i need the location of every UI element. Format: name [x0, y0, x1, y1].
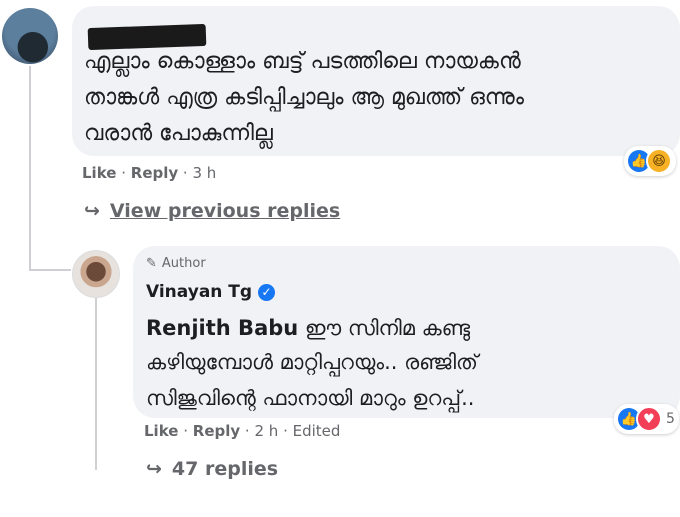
like-button[interactable]: Like [144, 422, 178, 440]
comment-text-line: വരാൻ പോകുന്നില്ല [84, 121, 273, 146]
thread-line [29, 269, 71, 271]
love-reaction-icon: ♥ [636, 406, 662, 432]
comment-actions: Like · Reply · 3 h [82, 164, 217, 182]
edited-label[interactable]: Edited [293, 422, 341, 440]
avatar[interactable] [2, 8, 58, 64]
view-replies-link[interactable]: ↪ 47 replies [146, 458, 278, 480]
comment-text-line: സിജുവിന്റെ ഫാനായി മാറും ഉറപ്പ്.. [146, 386, 475, 410]
reaction-summary[interactable]: 👍 😆 [624, 146, 676, 176]
reply-arrow-icon: ↪ [84, 200, 100, 222]
comment-text: ഈ സിനിമ കണ്ടു [298, 316, 471, 340]
reaction-count: 5 [666, 411, 675, 427]
comment-actions: Like · Reply · 2 h · Edited [144, 422, 341, 440]
timestamp[interactable]: 2 h [254, 422, 278, 440]
thread-line [95, 298, 97, 470]
timestamp[interactable]: 3 h [192, 164, 216, 182]
comment-text-line: കഴിയുമ്പോൾ മാറ്റിപ്പറയും.. രഞ്ജിത് [146, 350, 478, 374]
comment-text-line: താങ്കൾ എത്ര കടിപ്പിച്ചാലും ആ മുഖത്ത് ഒന്… [84, 85, 524, 110]
verified-badge-icon: ✓ [258, 283, 276, 301]
view-previous-replies-label: View previous replies [109, 200, 341, 222]
reaction-summary[interactable]: 👍 ♥ 5 [614, 404, 679, 434]
haha-reaction-icon: 😆 [646, 148, 672, 174]
mention-link[interactable]: Renjith Babu [146, 316, 298, 340]
author-name[interactable]: Vinayan Tg ✓ [146, 282, 276, 302]
author-name-label: Vinayan Tg [146, 282, 253, 302]
author-badge: ✎ Author [146, 256, 206, 271]
reply-arrow-icon: ↪ [146, 458, 162, 480]
thread-line [29, 66, 31, 271]
reply-button[interactable]: Reply [193, 422, 240, 440]
author-badge-label: Author [161, 256, 206, 271]
replies-count-label: 47 replies [171, 458, 279, 480]
pencil-icon: ✎ [146, 256, 157, 271]
like-button[interactable]: Like [82, 164, 116, 182]
reply-button[interactable]: Reply [131, 164, 178, 182]
view-previous-replies-link[interactable]: ↪ View previous replies [84, 200, 340, 222]
avatar[interactable] [72, 250, 120, 298]
comment-text-line: Renjith Babu ഈ സിനിമ കണ്ടു [146, 310, 470, 346]
comment-text-line: എല്ലാം കൊള്ളാം ബട്ട് പടത്തിലെ നായകൻ [84, 49, 521, 74]
